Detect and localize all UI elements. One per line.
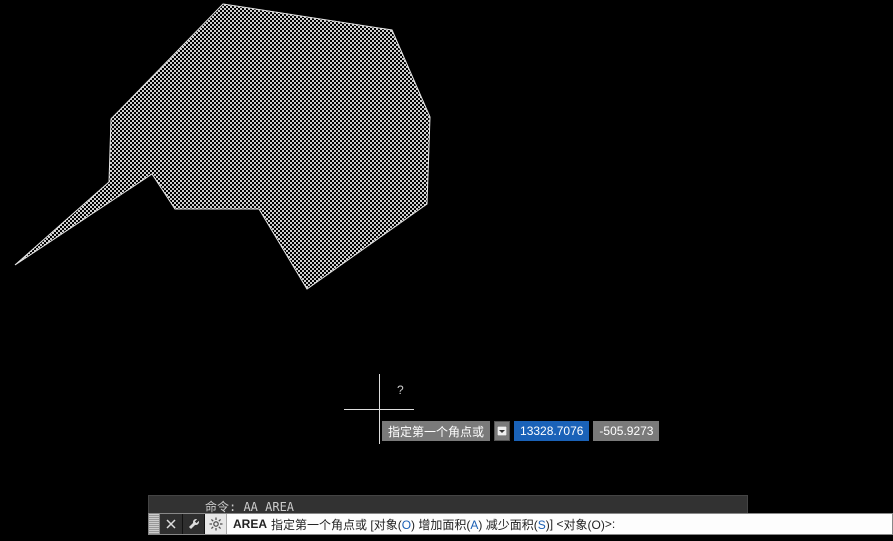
command-option-subtract[interactable]: 减少面积(S) <box>486 516 550 533</box>
dynamic-input-prompt: 指定第一个角点或 <box>382 421 490 441</box>
dynamic-input-x[interactable]: 13328.7076 <box>514 421 589 441</box>
command-bar-settings-button[interactable] <box>204 514 226 534</box>
dropdown-icon <box>497 426 507 436</box>
command-default-prefix: ] < <box>550 517 564 531</box>
model-space-canvas[interactable]: ? 指定第一个角点或 13328.7076 -505.9273 <box>0 0 893 541</box>
area-highlight-shape <box>0 0 893 541</box>
command-option-object[interactable]: 对象(O) <box>374 516 415 533</box>
command-history-line: 命令: AA AREA <box>148 495 748 513</box>
cursor-question-badge: ? <box>397 383 404 397</box>
dynamic-input-y[interactable]: -505.9273 <box>593 421 659 441</box>
command-bar-grip[interactable] <box>149 514 160 534</box>
command-name: AREA <box>233 517 267 531</box>
command-default-option[interactable]: 对象(O) <box>563 516 604 533</box>
command-suffix: >: <box>605 517 615 531</box>
command-option-add[interactable]: 增加面积(A) <box>418 516 482 533</box>
wrench-icon <box>187 517 201 531</box>
command-bar: AREA 指定第一个角点或 [ 对象(O) 增加面积(A) 减少面积(S) ] … <box>148 513 893 535</box>
dynamic-input-tooltip: 指定第一个角点或 13328.7076 -505.9273 <box>382 421 659 441</box>
command-bar-customize-button[interactable] <box>182 514 204 534</box>
close-icon <box>165 518 177 530</box>
gear-icon <box>209 517 223 531</box>
command-input[interactable]: AREA 指定第一个角点或 [ 对象(O) 增加面积(A) 减少面积(S) ] … <box>226 514 892 534</box>
command-prompt-prefix: 指定第一个角点或 [ <box>271 516 374 533</box>
dynamic-input-options-dropdown[interactable] <box>494 421 510 441</box>
command-bar-close-button[interactable] <box>160 514 182 534</box>
